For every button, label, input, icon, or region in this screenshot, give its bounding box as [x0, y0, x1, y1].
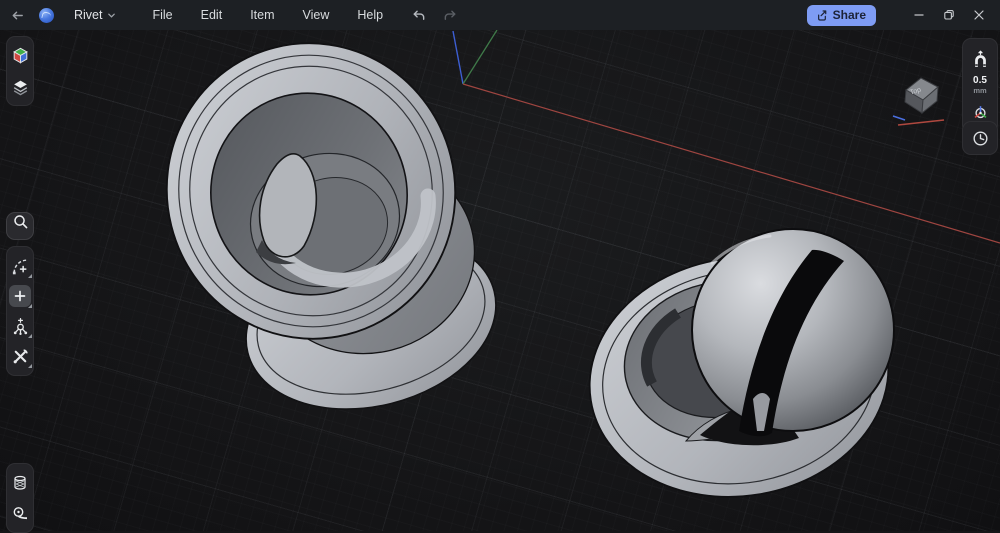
measure-button[interactable]: [6, 499, 34, 527]
nav-axis-blue: [892, 115, 906, 121]
rivet-socket-object[interactable]: [135, 30, 514, 434]
share-label: Share: [832, 8, 866, 22]
tape-measure-icon: [13, 507, 28, 520]
world-axes: [452, 30, 1000, 244]
app-logo-icon: [39, 7, 54, 23]
project-name: Rivet: [74, 8, 103, 22]
flyout-corner: [28, 364, 32, 368]
restore-icon: [944, 10, 954, 20]
arrow-left-icon: [12, 11, 23, 19]
curve-tool-button[interactable]: [6, 252, 34, 280]
joint-tool-button[interactable]: [6, 312, 34, 340]
colored-cube-icon: [12, 47, 28, 63]
history-panel: [962, 121, 998, 155]
add-solid-button[interactable]: [6, 282, 34, 310]
share-icon: [817, 9, 826, 21]
minimize-icon: [914, 14, 924, 16]
left-panel-scene: [6, 36, 34, 106]
undo-button[interactable]: [405, 4, 431, 26]
arc-plus-icon: [12, 258, 27, 274]
grid-size-value: 0.5: [973, 75, 987, 86]
menu-help[interactable]: Help: [343, 3, 397, 27]
ball-stud-object[interactable]: [572, 228, 906, 518]
window-controls: [904, 0, 994, 30]
app-window: Top Rivet File Edit Item View Help Share…: [0, 0, 1000, 533]
viewport-3d[interactable]: Top: [0, 30, 1000, 531]
history-button[interactable]: [966, 124, 994, 152]
flyout-corner: [28, 334, 32, 338]
nav-axis-red: [897, 119, 945, 126]
right-toolbar: 0.5 mm: [962, 38, 998, 135]
layers-button[interactable]: [6, 73, 34, 101]
clock-icon: [972, 130, 988, 146]
menu-file[interactable]: File: [138, 3, 186, 27]
snap-toggle-button[interactable]: [966, 45, 994, 73]
mesh-tool-button[interactable]: [6, 469, 34, 497]
restore-button[interactable]: [934, 2, 964, 28]
menu-bar: File Edit Item View Help: [138, 3, 397, 27]
search-icon: [13, 215, 27, 229]
menu-view[interactable]: View: [289, 3, 344, 27]
share-button[interactable]: Share: [806, 4, 876, 26]
nav-cube[interactable]: Top: [888, 72, 950, 132]
utilities-button[interactable]: [6, 342, 34, 370]
back-button[interactable]: [4, 4, 30, 26]
left-panel-bottom: [6, 463, 34, 533]
grid-size-unit: mm: [973, 85, 987, 95]
left-toolbar: [6, 246, 34, 376]
node-tripod-icon: [13, 317, 27, 335]
scene-outliner-button[interactable]: [6, 41, 34, 69]
knurled-cylinder-icon: [14, 475, 26, 490]
undo-icon: [413, 10, 424, 20]
close-icon: [974, 10, 984, 20]
crossed-tools-icon: [13, 348, 28, 363]
project-menu[interactable]: Rivet: [68, 5, 122, 25]
search-button[interactable]: [6, 212, 34, 240]
scene-canvas: [135, 30, 1000, 518]
axis-gizmo-icon: [974, 106, 986, 119]
close-button[interactable]: [964, 2, 994, 28]
menu-item[interactable]: Item: [236, 3, 288, 27]
menu-edit[interactable]: Edit: [187, 3, 237, 27]
minimize-button[interactable]: [904, 2, 934, 28]
redo-icon: [444, 10, 456, 20]
chevron-down-icon: [108, 13, 116, 18]
grid-size-setting[interactable]: 0.5 mm: [973, 75, 987, 95]
layers-icon: [13, 80, 27, 95]
redo-button[interactable]: [437, 4, 463, 26]
flyout-corner: [28, 304, 32, 308]
titlebar: Rivet File Edit Item View Help Share: [0, 0, 1000, 30]
magnet-icon: [974, 50, 986, 67]
flyout-corner: [28, 274, 32, 278]
